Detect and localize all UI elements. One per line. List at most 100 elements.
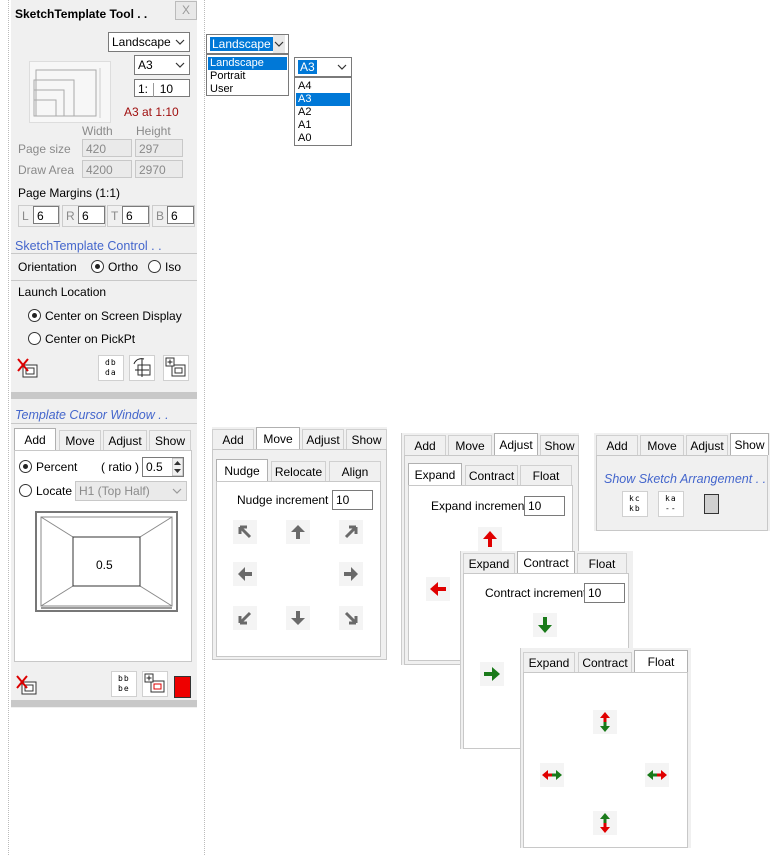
- contract-down-button[interactable]: [533, 613, 557, 637]
- margin-bottom-key: B: [156, 209, 165, 223]
- scale-field[interactable]: 1: 10: [134, 79, 190, 97]
- margin-right-input[interactable]: 6: [78, 206, 105, 224]
- tab-add[interactable]: Add: [404, 435, 446, 455]
- spinner-arrows-icon[interactable]: [172, 458, 183, 476]
- float-vertical-top-button[interactable]: [593, 710, 617, 734]
- nudge-up-button[interactable]: [286, 520, 310, 544]
- center-pick-radio[interactable]: [28, 332, 41, 345]
- move-subtabs: Nudge Relocate Align: [216, 459, 381, 484]
- nudge-left-button[interactable]: [233, 562, 257, 586]
- iso-label: Iso: [165, 260, 182, 274]
- tab-show[interactable]: Show: [540, 435, 579, 455]
- expand-up-button[interactable]: [478, 527, 502, 551]
- contract-increment-input[interactable]: 10: [584, 583, 625, 603]
- float-horizontal-right-button[interactable]: [645, 763, 669, 787]
- template-text-button[interactable]: db da: [98, 355, 124, 381]
- orientation-dropdown-combo[interactable]: Landscape: [206, 34, 289, 54]
- subtab-float[interactable]: Float: [577, 553, 627, 573]
- margin-top-input[interactable]: 6: [122, 206, 149, 224]
- iso-radio[interactable]: [148, 260, 161, 273]
- subtab-expand[interactable]: Expand: [463, 553, 515, 573]
- rotate-button[interactable]: [129, 355, 155, 381]
- scale-prefix: 1:: [138, 82, 149, 96]
- add-cursor-button[interactable]: [142, 671, 168, 697]
- arrow-down-left-icon: [238, 611, 252, 625]
- orientation-select[interactable]: Landscape: [108, 32, 190, 52]
- show-gray-swatch[interactable]: [704, 494, 719, 514]
- tab-adjust[interactable]: Adjust: [302, 429, 344, 449]
- margin-bottom-input[interactable]: 6: [167, 206, 194, 224]
- float-subtabs: Expand Contract Float: [523, 650, 689, 675]
- chevron-down-icon: [172, 488, 182, 494]
- contract-right-button[interactable]: [480, 662, 504, 686]
- delete-template-icon[interactable]: [16, 357, 40, 381]
- nudge-up-right-button[interactable]: [339, 520, 363, 544]
- expand-increment-input[interactable]: 10: [524, 496, 565, 516]
- subtab-float[interactable]: Float: [520, 465, 572, 485]
- locate-radio[interactable]: [19, 484, 32, 497]
- move-panel: Add Move Adjust Show Nudge Relocate Alig…: [212, 427, 387, 660]
- float-vertical-icon: [600, 813, 610, 833]
- ratio-label: ( ratio ): [101, 460, 140, 474]
- margin-left-input[interactable]: 6: [33, 206, 59, 224]
- tab-add[interactable]: Add: [14, 428, 56, 453]
- tab-move[interactable]: Move: [640, 435, 684, 455]
- nudge-down-button[interactable]: [286, 606, 310, 630]
- subtab-contract[interactable]: Contract: [465, 465, 518, 485]
- tab-show[interactable]: Show: [149, 430, 191, 450]
- percent-radio[interactable]: [19, 460, 32, 473]
- subtab-contract[interactable]: Contract: [517, 551, 575, 576]
- subtab-align[interactable]: Align: [329, 461, 381, 481]
- adjust-subtabs: Expand Contract Float: [408, 463, 572, 488]
- tab-move[interactable]: Move: [448, 435, 492, 455]
- option-a2[interactable]: A2: [296, 106, 350, 119]
- add-template-button[interactable]: [163, 355, 189, 381]
- show-ka-button[interactable]: ka --: [658, 491, 684, 517]
- tab-show[interactable]: Show: [730, 433, 769, 458]
- tab-adjust[interactable]: Adjust: [686, 435, 728, 455]
- ortho-radio[interactable]: [91, 260, 104, 273]
- float-vertical-bottom-button[interactable]: [593, 811, 617, 835]
- cursor-text-button[interactable]: bb be: [111, 671, 137, 697]
- tab-add[interactable]: Add: [212, 429, 254, 449]
- red-arrow-left-icon: [430, 582, 446, 596]
- locate-select[interactable]: H1 (Top Half): [75, 481, 187, 501]
- center-screen-radio[interactable]: [28, 309, 41, 322]
- subtab-float[interactable]: Float: [634, 650, 688, 675]
- subtab-nudge[interactable]: Nudge: [216, 459, 268, 484]
- nudge-up-left-button[interactable]: [233, 520, 257, 544]
- subtab-expand[interactable]: Expand: [408, 463, 462, 488]
- nudge-down-right-button[interactable]: [339, 606, 363, 630]
- option-a1[interactable]: A1: [296, 119, 350, 132]
- delete-cursor-icon[interactable]: [15, 674, 39, 698]
- color-swatch[interactable]: [174, 676, 191, 698]
- close-button[interactable]: X: [175, 1, 197, 20]
- expand-left-button[interactable]: [426, 577, 450, 601]
- subtab-relocate[interactable]: Relocate: [271, 461, 326, 481]
- cursor-title: Template Cursor Window . .: [15, 408, 169, 422]
- tab-show[interactable]: Show: [346, 429, 387, 449]
- option-a4[interactable]: A4: [296, 80, 350, 93]
- subtab-expand[interactable]: Expand: [523, 652, 575, 672]
- tab-adjust[interactable]: Adjust: [103, 430, 147, 450]
- option-a3[interactable]: A3: [296, 93, 350, 106]
- nudge-increment-input[interactable]: 10: [332, 490, 373, 510]
- subtab-contract[interactable]: Contract: [578, 652, 632, 672]
- option-landscape[interactable]: Landscape: [208, 57, 287, 70]
- option-a0[interactable]: A0: [296, 132, 350, 145]
- show-kc-button[interactable]: kc kb: [622, 491, 648, 517]
- margin-bottom: B 6: [152, 205, 195, 227]
- paper-size-select[interactable]: A3: [134, 55, 190, 75]
- nudge-down-left-button[interactable]: [233, 606, 257, 630]
- tab-adjust[interactable]: Adjust: [494, 433, 538, 458]
- float-horizontal-left-button[interactable]: [540, 763, 564, 787]
- option-portrait[interactable]: Portrait: [208, 70, 287, 83]
- page-width-field: 420: [82, 139, 132, 157]
- tab-move[interactable]: Move: [59, 430, 101, 450]
- tab-move[interactable]: Move: [256, 427, 300, 452]
- nudge-right-button[interactable]: [339, 562, 363, 586]
- option-user[interactable]: User: [208, 83, 287, 96]
- ratio-spinner[interactable]: 0.5: [142, 457, 184, 477]
- tab-add[interactable]: Add: [596, 435, 638, 455]
- paper-dropdown-combo[interactable]: A3: [294, 57, 352, 77]
